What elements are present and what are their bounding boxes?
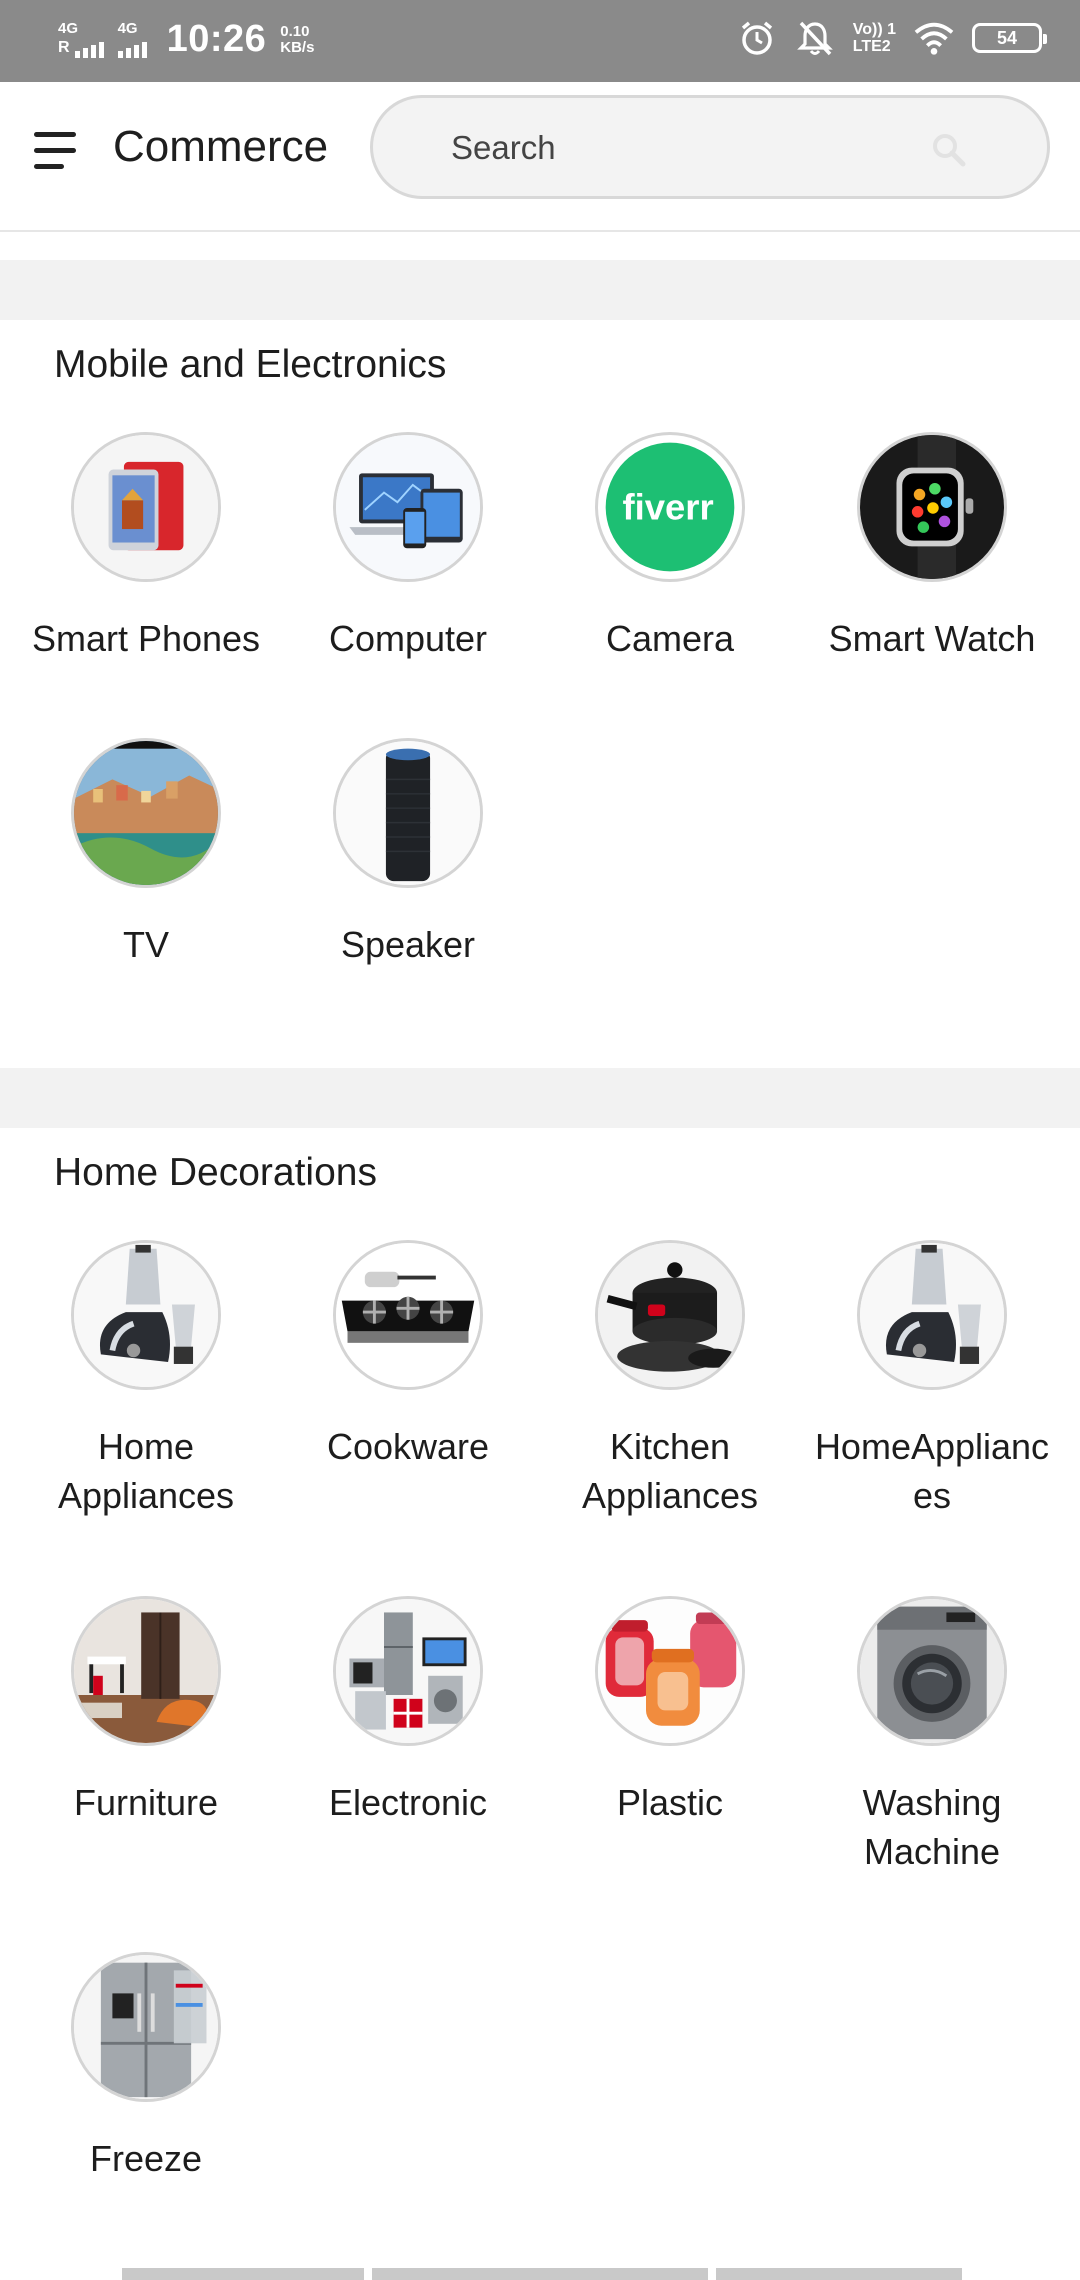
category-washing-machine[interactable]: Washing Machine xyxy=(801,1596,1063,1876)
sim2-signal-icon: 4G xyxy=(117,20,147,58)
sim2-network-label: 4G xyxy=(117,20,138,37)
category-homeappliances[interactable]: HomeAppliances xyxy=(801,1240,1063,1520)
category-label: Electronic xyxy=(328,1782,488,1823)
furniture-room-image xyxy=(71,1596,221,1746)
section-divider xyxy=(0,1068,1080,1128)
section-title-home-decorations: Home Decorations xyxy=(54,1151,377,1194)
bottom-nav-bar xyxy=(0,2268,1080,2280)
category-label: TV xyxy=(122,924,169,965)
category-label: Camera xyxy=(605,618,735,659)
smartwatch-image xyxy=(857,432,1007,582)
network-speed-value: 0.10 xyxy=(280,22,310,40)
tv-image xyxy=(71,738,221,888)
category-label: Furniture xyxy=(73,1782,219,1823)
status-bar: 4G R 4G 10:26 0.10 KB/s Vo)) 1 LTE2 54 xyxy=(0,0,1080,82)
battery-icon: 54 xyxy=(972,23,1047,53)
fiverr-logo: fiverr xyxy=(595,432,745,582)
smartphone-image xyxy=(71,432,221,582)
category-freeze[interactable]: Freeze xyxy=(15,1952,277,2183)
category-speaker[interactable]: Speaker xyxy=(277,738,539,969)
category-kitchen-appliances[interactable]: Kitchen Appliances xyxy=(539,1240,801,1520)
category-label: Washing Machine xyxy=(862,1782,1002,1872)
category-label: Freeze xyxy=(89,2138,203,2179)
sim1-signal-icon: 4G R xyxy=(58,21,104,58)
category-label: Kitchen Appliances xyxy=(581,1426,759,1516)
sim1-network-label: 4G xyxy=(58,20,79,37)
category-electronic[interactable]: Electronic xyxy=(277,1596,539,1827)
category-label: Speaker xyxy=(340,924,476,965)
category-plastic[interactable]: Plastic xyxy=(539,1596,801,1827)
category-label: Home Appliances xyxy=(57,1426,235,1516)
washing-machine-image xyxy=(857,1596,1007,1746)
electronics-image xyxy=(333,1596,483,1746)
category-label: Computer xyxy=(328,618,488,659)
search-input[interactable] xyxy=(451,120,931,176)
category-computer[interactable]: Computer xyxy=(277,432,539,663)
wifi-icon xyxy=(914,18,954,58)
category-cookware[interactable]: Cookware xyxy=(277,1240,539,1471)
section-title-mobile-electronics: Mobile and Electronics xyxy=(54,343,447,386)
mixer-image xyxy=(71,1240,221,1390)
category-smart-watch[interactable]: Smart Watch xyxy=(801,432,1063,663)
computer-image xyxy=(333,432,483,582)
plastic-containers-image xyxy=(595,1596,745,1746)
roaming-indicator: R xyxy=(58,39,70,56)
fiverr-logo-text: fiverr xyxy=(622,486,713,527)
search-bar[interactable] xyxy=(370,95,1050,199)
volte-line2: LTE2 xyxy=(852,38,891,55)
network-speed-unit: KB/s xyxy=(280,38,315,56)
cookware-set-image xyxy=(595,1240,745,1390)
volte-line1: Vo)) 1 xyxy=(852,21,896,38)
volte-indicator: Vo)) 1 LTE2 xyxy=(853,21,896,55)
category-label: Plastic xyxy=(616,1782,724,1823)
category-label: HomeAppliances xyxy=(814,1426,1050,1516)
battery-level: 54 xyxy=(996,27,1018,48)
app-bar: Commerce xyxy=(0,82,1080,232)
category-label: Smart Phones xyxy=(31,618,261,659)
bell-off-icon xyxy=(795,18,835,58)
speaker-image xyxy=(333,738,483,888)
search-icon[interactable] xyxy=(929,130,969,170)
fridge-image xyxy=(71,1952,221,2102)
network-speed: 0.10 KB/s xyxy=(280,22,315,56)
category-label: Smart Watch xyxy=(828,618,1036,659)
app-title: Commerce xyxy=(113,122,329,171)
category-label: Cookware xyxy=(326,1426,490,1467)
category-camera[interactable]: fiverr Camera xyxy=(539,432,801,663)
category-smart-phones[interactable]: Smart Phones xyxy=(15,432,277,663)
status-time: 10:26 xyxy=(166,18,267,60)
alarm-icon xyxy=(737,18,777,58)
section-divider xyxy=(0,260,1080,320)
gas-stove-image xyxy=(333,1240,483,1390)
mixer-image xyxy=(857,1240,1007,1390)
category-tv[interactable]: TV xyxy=(15,738,277,969)
menu-icon[interactable] xyxy=(30,122,86,182)
category-home-appliances[interactable]: Home Appliances xyxy=(15,1240,277,1520)
category-furniture[interactable]: Furniture xyxy=(15,1596,277,1827)
